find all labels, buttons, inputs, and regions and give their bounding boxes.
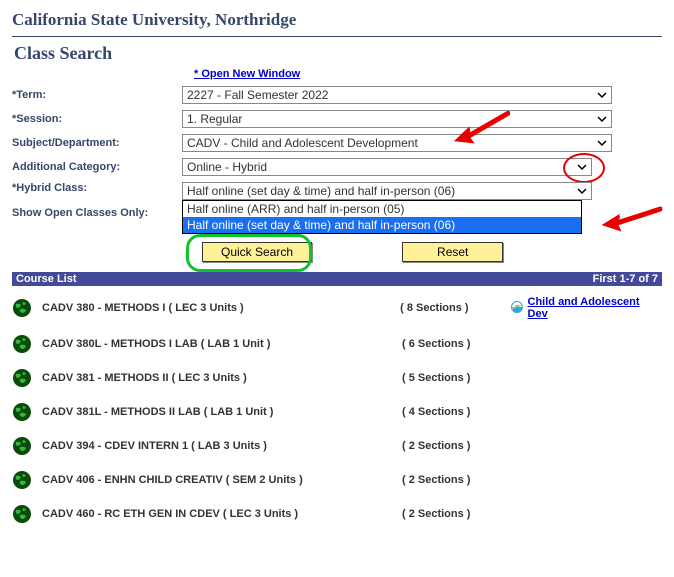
chevron-down-icon — [595, 88, 609, 102]
globe-icon[interactable] — [12, 402, 32, 422]
course-sections: ( 6 Sections ) — [402, 338, 512, 350]
course-title: CADV 381L - METHODS II LAB ( LAB 1 Unit … — [42, 406, 402, 418]
globe-icon[interactable] — [12, 368, 32, 388]
browser-icon — [510, 300, 524, 317]
course-row: CADV 381L - METHODS II LAB ( LAB 1 Unit … — [12, 402, 662, 422]
subject-select[interactable]: CADV - Child and Adolescent Development — [182, 134, 612, 152]
course-title: CADV 380 - METHODS I ( LEC 3 Units ) — [42, 302, 400, 314]
globe-icon[interactable] — [12, 504, 32, 524]
globe-icon[interactable] — [12, 470, 32, 490]
course-row: CADV 381 - METHODS II ( LEC 3 Units ) ( … — [12, 368, 662, 388]
course-row: CADV 394 - CDEV INTERN 1 ( LAB 3 Units )… — [12, 436, 662, 456]
globe-icon[interactable] — [12, 436, 32, 456]
course-sections: ( 2 Sections ) — [402, 440, 512, 452]
term-label: *Term: — [12, 89, 182, 101]
course-sections: ( 2 Sections ) — [402, 508, 512, 520]
open-new-window-link[interactable]: * Open New Window — [194, 68, 300, 80]
course-sections: ( 8 Sections ) — [400, 302, 509, 314]
reset-button[interactable]: Reset — [402, 242, 503, 262]
chevron-down-icon — [575, 160, 589, 174]
show-open-label: Show Open Classes Only: — [12, 207, 182, 219]
term-select[interactable]: 2227 - Fall Semester 2022 — [182, 86, 612, 104]
globe-icon[interactable] — [12, 334, 32, 354]
course-list-count: First 1-7 of 7 — [593, 273, 658, 285]
course-row: CADV 380L - METHODS I LAB ( LAB 1 Unit )… — [12, 334, 662, 354]
session-select-value: 1. Regular — [187, 112, 242, 126]
hybrid-select[interactable]: Half online (set day & time) and half in… — [182, 182, 592, 200]
subject-select-value: CADV - Child and Adolescent Development — [187, 136, 418, 150]
term-select-value: 2227 - Fall Semester 2022 — [187, 88, 328, 102]
course-row: CADV 406 - ENHN CHILD CREATIV ( SEM 2 Un… — [12, 470, 662, 490]
divider — [12, 36, 662, 37]
course-title: CADV 406 - ENHN CHILD CREATIV ( SEM 2 Un… — [42, 474, 402, 486]
course-title: CADV 460 - RC ETH GEN IN CDEV ( LEC 3 Un… — [42, 508, 402, 520]
course-row: CADV 460 - RC ETH GEN IN CDEV ( LEC 3 Un… — [12, 504, 662, 524]
hybrid-option-06[interactable]: Half online (set day & time) and half in… — [183, 217, 581, 233]
course-title: CADV 380L - METHODS I LAB ( LAB 1 Unit ) — [42, 338, 402, 350]
session-select[interactable]: 1. Regular — [182, 110, 612, 128]
course-sections: ( 2 Sections ) — [402, 474, 512, 486]
course-sections: ( 5 Sections ) — [402, 372, 512, 384]
course-row: CADV 380 - METHODS I ( LEC 3 Units ) ( 8… — [12, 296, 662, 320]
category-label: Additional Category: — [12, 161, 182, 173]
course-list-heading: Course List — [16, 273, 77, 285]
department-link[interactable]: Child and Adolescent Dev — [528, 296, 662, 320]
chevron-down-icon — [595, 112, 609, 126]
category-select[interactable]: Online - Hybrid — [182, 158, 592, 176]
hybrid-label: *Hybrid Class: — [12, 182, 182, 194]
page-title: Class Search — [14, 43, 662, 64]
course-title: CADV 394 - CDEV INTERN 1 ( LAB 3 Units ) — [42, 440, 402, 452]
hybrid-select-options: Half online (ARR) and half in-person (05… — [182, 200, 582, 234]
hybrid-select-value: Half online (set day & time) and half in… — [187, 184, 455, 198]
session-label: *Session: — [12, 113, 182, 125]
course-sections: ( 4 Sections ) — [402, 406, 512, 418]
category-select-value: Online - Hybrid — [187, 160, 267, 174]
chevron-down-icon — [575, 184, 589, 198]
hybrid-option-05[interactable]: Half online (ARR) and half in-person (05… — [183, 201, 581, 217]
course-title: CADV 381 - METHODS II ( LEC 3 Units ) — [42, 372, 402, 384]
globe-icon[interactable] — [12, 298, 32, 318]
chevron-down-icon — [595, 136, 609, 150]
institution-title: California State University, Northridge — [12, 10, 662, 30]
quick-search-button[interactable]: Quick Search — [202, 242, 312, 262]
subject-label: Subject/Department: — [12, 137, 182, 149]
